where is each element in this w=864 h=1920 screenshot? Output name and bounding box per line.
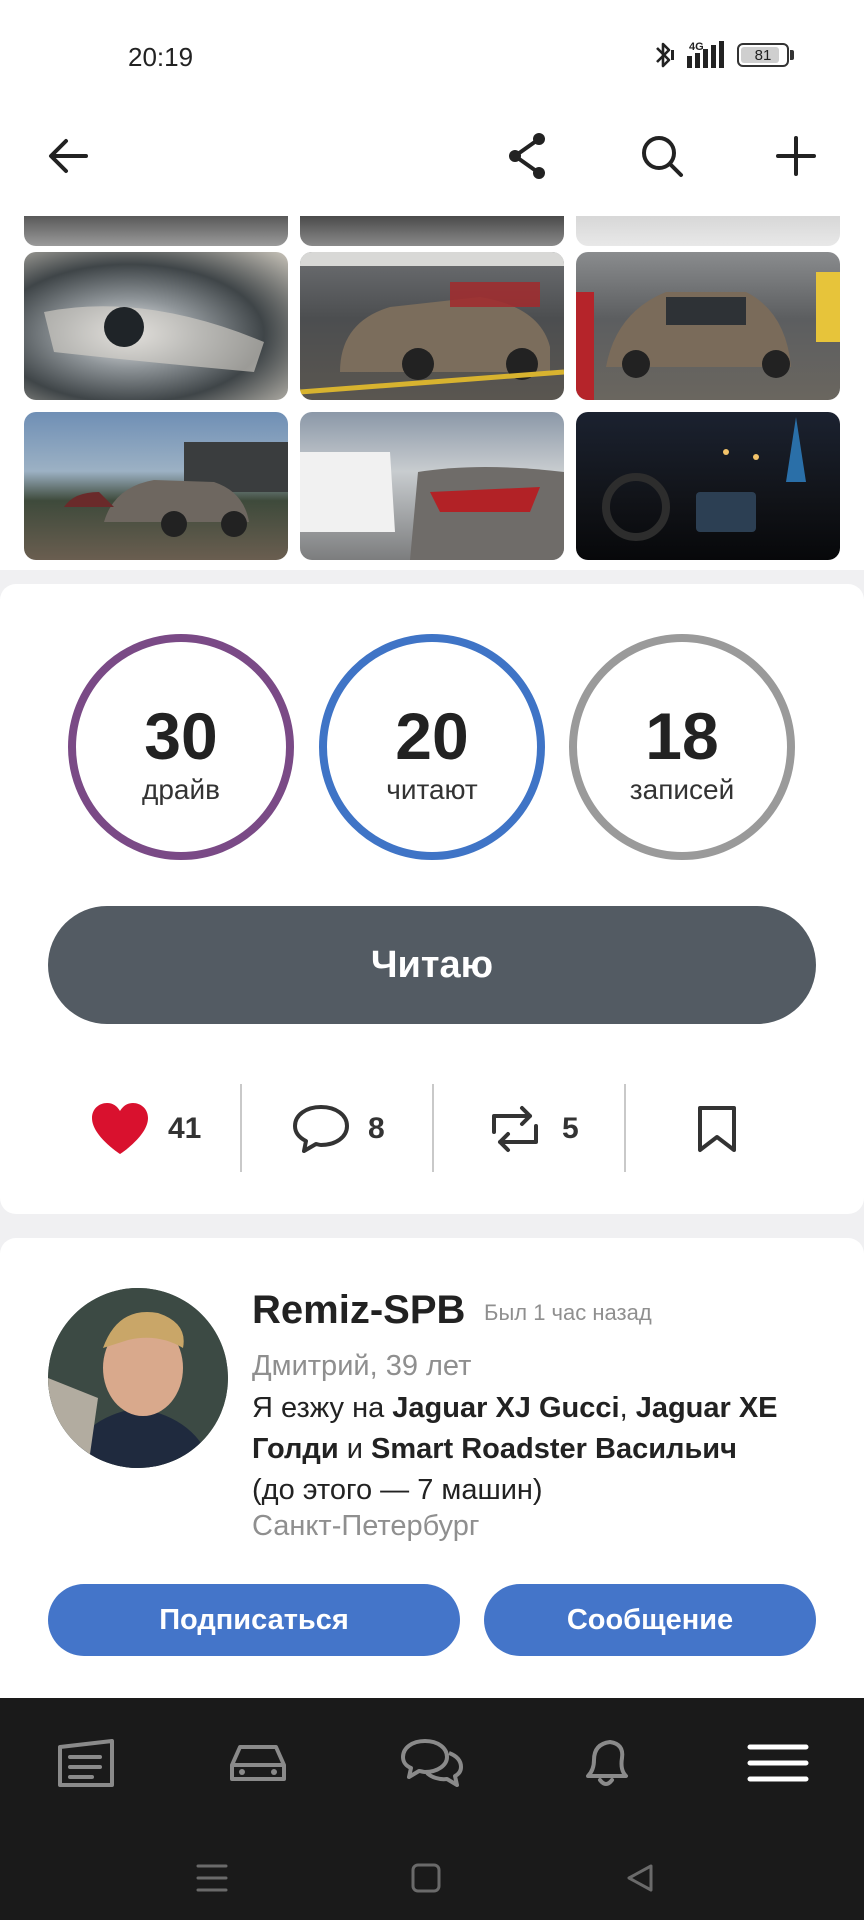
nav-feed[interactable] <box>46 1728 126 1798</box>
heart-icon <box>92 1103 148 1154</box>
nav-chats[interactable] <box>392 1728 472 1798</box>
feed-icon <box>58 1739 114 1787</box>
username[interactable]: Remiz-SPB <box>252 1288 465 1333</box>
battery-level: 81 <box>754 46 772 64</box>
readers-count: 20 <box>395 699 469 773</box>
readers-label: читают <box>386 774 478 805</box>
system-back-button[interactable] <box>610 1848 670 1908</box>
stats-card: 30 драйв 20 читают 18 записей Читаю 41 8 <box>0 584 864 1214</box>
status-time: 20:19 <box>128 42 194 72</box>
car-link-xj[interactable]: Jaguar XJ Gucci <box>392 1392 619 1424</box>
action-bar: 41 8 5 <box>0 1084 864 1174</box>
bluetooth-icon <box>656 42 674 68</box>
photo-gallery <box>0 216 864 570</box>
divider <box>432 1084 434 1172</box>
battery-icon: 81 <box>737 43 794 67</box>
bio-text: и <box>338 1433 371 1465</box>
message-button[interactable]: Сообщение <box>484 1584 816 1656</box>
last-seen: Был 1 час назад <box>484 1300 652 1325</box>
jaguar-taillight-parked-photo[interactable] <box>300 412 564 560</box>
drive-count: 30 <box>144 699 218 773</box>
readers-stat[interactable]: 20 читают <box>319 634 545 860</box>
share-icon <box>509 133 545 179</box>
home-icon <box>411 1863 441 1893</box>
comment-button[interactable]: 8 <box>292 1084 385 1174</box>
search-button[interactable] <box>630 124 694 188</box>
car-dashboard-photo[interactable] <box>576 216 840 246</box>
nav-garage[interactable] <box>218 1728 298 1798</box>
name-age: Дмитрий, 39 лет <box>252 1350 472 1382</box>
car-engine-bay-photo[interactable] <box>24 216 288 246</box>
nav-notifications[interactable] <box>566 1728 646 1798</box>
likes-count: 41 <box>168 1112 202 1145</box>
search-icon <box>642 136 683 177</box>
bio-text: Я езжу на <box>252 1392 393 1424</box>
bookmark-button[interactable] <box>694 1084 740 1174</box>
top-bar <box>0 100 864 216</box>
jaguar-in-parking-garage-side-photo[interactable] <box>300 252 564 400</box>
bio-text: (до этого — 7 машин) <box>252 1474 543 1506</box>
drive-label: драйв <box>142 774 220 805</box>
comment-icon <box>293 1105 349 1153</box>
car-interior-night-photo[interactable] <box>576 412 840 560</box>
like-button[interactable]: 41 <box>90 1084 201 1174</box>
system-home-button[interactable] <box>396 1848 456 1908</box>
bio-text: , <box>619 1392 636 1424</box>
posts-stat[interactable]: 18 записей <box>569 634 795 860</box>
posts-count: 18 <box>645 699 719 773</box>
divider <box>624 1084 626 1172</box>
car-icon <box>230 1745 286 1781</box>
read-button[interactable]: Читаю <box>48 906 816 1024</box>
reposts-count: 5 <box>562 1112 579 1145</box>
chats-icon <box>401 1739 463 1787</box>
signal-icon: 4G <box>687 41 724 68</box>
repost-icon <box>492 1106 538 1152</box>
comments-count: 8 <box>368 1112 385 1145</box>
system-recents-button[interactable] <box>182 1848 242 1908</box>
svg-text:4G: 4G <box>689 41 704 53</box>
status-icons: 4G 81 <box>653 40 794 70</box>
plus-icon <box>776 136 816 176</box>
car-headlight-closeup-photo[interactable] <box>24 252 288 400</box>
share-button[interactable] <box>496 124 560 188</box>
nav-menu[interactable] <box>738 1728 818 1798</box>
recents-icon <box>196 1864 228 1892</box>
bottom-nav <box>0 1698 864 1920</box>
add-button[interactable] <box>764 124 828 188</box>
divider <box>240 1084 242 1172</box>
bookmark-icon <box>698 1106 736 1152</box>
subscribe-button[interactable]: Подписаться <box>48 1584 460 1656</box>
city: Санкт-Петербург <box>252 1510 480 1542</box>
profile-card: Remiz-SPB Был 1 час назад Дмитрий, 39 ле… <box>0 1238 864 1698</box>
repost-button[interactable]: 5 <box>486 1084 579 1174</box>
drive-stat[interactable]: 30 драйв <box>68 634 294 860</box>
back-icon <box>627 1864 653 1892</box>
bell-icon <box>586 1740 628 1786</box>
arrow-left-icon <box>49 139 88 173</box>
status-bar: 20:19 4G 81 <box>0 0 864 116</box>
car-link-smart[interactable]: Smart Roadster Васильич <box>371 1433 737 1465</box>
back-button[interactable] <box>36 124 100 188</box>
menu-icon <box>747 1744 809 1782</box>
car-interior-photo[interactable] <box>300 216 564 246</box>
avatar[interactable] <box>48 1288 228 1468</box>
jaguar-in-parking-garage-front-photo[interactable] <box>576 252 840 400</box>
posts-label: записей <box>629 774 735 805</box>
bio: Я езжу на Jaguar XJ Gucci, Jaguar XE Гол… <box>252 1388 832 1511</box>
jaguar-on-country-road-photo[interactable] <box>24 412 288 560</box>
